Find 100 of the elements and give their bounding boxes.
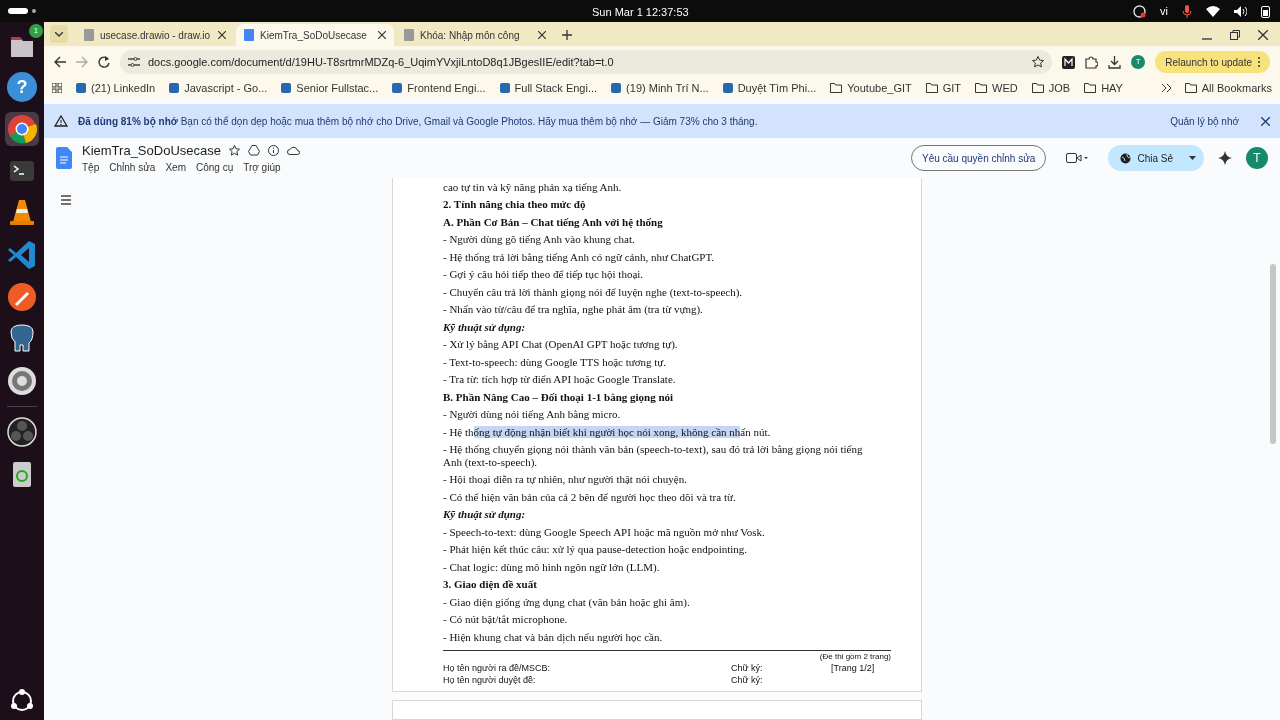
bookmark[interactable]: Duyệt Tìm Phi...: [722, 79, 817, 97]
apps-icon[interactable]: [52, 83, 62, 93]
heading: B. Phần Nâng Cao – Đối thoại 1-1 bằng giọng nói: [443, 389, 675, 405]
footer-label: Chữ ký:: [731, 673, 764, 686]
heading: 2. Tính năng chia theo mức độ: [443, 197, 587, 212]
site-icon: [281, 83, 292, 93]
extension-icon[interactable]: [1062, 55, 1076, 69]
docs-icon[interactable]: [56, 147, 72, 169]
heading: A. Phần Cơ Bản – Chat tiếng Anh với hệ thống: [443, 214, 664, 230]
microphone-icon[interactable]: [1182, 4, 1192, 18]
warning-icon: [54, 115, 68, 127]
heading: 3. Giao diện đề xuất: [443, 577, 538, 592]
page-icon: [404, 29, 414, 41]
folder-icon: [975, 83, 988, 93]
paragraph: - Nhấn vào từ/câu để tra nghĩa, nghe phát âm (tra từ vựng).: [443, 302, 704, 317]
storage-warning: Đã dùng 81% bộ nhớ Bạn có thể dọn dẹp hoặc mua thêm bộ nhớ cho Drive, Gmail và Google Photos. Hãy mua thêm bộ nhớ — Giảm 73% cho 3 tháng.: [78, 114, 759, 129]
close-icon[interactable]: [538, 31, 546, 39]
clock[interactable]: Sun Mar 1 12:37:53: [592, 4, 689, 21]
paragraph: - Chat logic: dùng mô hình ngôn ngữ lớn (LLM).: [443, 559, 661, 575]
document-title[interactable]: KiemTra_SoDoUsecase: [82, 140, 221, 161]
apps-grid-icon[interactable]: [9, 688, 35, 714]
site-icon: [722, 83, 733, 93]
cloud-icon[interactable]: [286, 146, 300, 155]
site-icon: [169, 83, 180, 93]
close-icon[interactable]: [1261, 116, 1270, 126]
outline-icon[interactable]: [58, 192, 74, 208]
back-icon[interactable]: [54, 56, 66, 68]
close-icon[interactable]: [218, 31, 226, 39]
browser-tab[interactable]: Khóa: Nhập môn công: [396, 24, 554, 46]
record-icon[interactable]: [1133, 4, 1147, 18]
paragraph: - Gợi ý câu hỏi tiếp theo để tiếp tục hội thoại.: [443, 267, 645, 282]
video-call-icon[interactable]: [1066, 153, 1089, 163]
language-indicator[interactable]: vi: [1160, 2, 1168, 20]
share-button[interactable]: Chia Sẻ: [1108, 145, 1204, 171]
bookmark[interactable]: Javascript - Go...: [169, 79, 268, 97]
paragraph: - Người dùng nói tiếng Anh bằng micro.: [443, 407, 622, 422]
bookmark[interactable]: (19) Minh Trí N...: [611, 79, 709, 97]
download-icon[interactable]: [1108, 55, 1122, 69]
site-icon: [499, 83, 510, 93]
sparkle-icon[interactable]: [1218, 151, 1232, 165]
caret-icon: [1189, 156, 1196, 160]
close-icon[interactable]: [378, 31, 386, 39]
forward-icon: [76, 56, 88, 68]
restore-icon[interactable]: [1230, 30, 1240, 40]
bookmark[interactable]: Senior Fullstac...: [281, 79, 379, 97]
folder-icon: [830, 83, 843, 93]
bookmark[interactable]: All Bookmarks: [1184, 79, 1272, 97]
bookmark[interactable]: Youtube_GIT: [830, 79, 912, 97]
manage-storage-link[interactable]: Quản lý bộ nhớ: [1170, 113, 1239, 129]
folder-icon: [1084, 83, 1097, 93]
bookmark[interactable]: Frontend Engi...: [392, 79, 486, 97]
site-icon: [392, 83, 403, 93]
bookmark[interactable]: Full Stack Engi...: [499, 79, 598, 97]
bookmark[interactable]: GIT: [925, 79, 962, 97]
profile-avatar[interactable]: T: [1246, 147, 1268, 169]
notification-badge: 1: [29, 24, 43, 38]
bookmark[interactable]: WED: [975, 79, 1018, 97]
star-icon[interactable]: [1032, 56, 1045, 68]
address-bar[interactable]: docs.google.com/document/d/19HU-T8srtmrMDZq-6_UqimYVxjiLntoD8q1JBgesIIE/edit?tab=t.0: [120, 50, 1053, 74]
page-icon: [244, 29, 254, 41]
folder-icon: [1031, 83, 1044, 93]
reload-icon[interactable]: [98, 56, 110, 68]
bookmark[interactable]: JOB: [1031, 79, 1071, 97]
paragraph: cao tự tin và kỹ năng phản xạ tiếng Anh.: [443, 179, 623, 195]
paragraph: - Text-to-speech: dùng Google TTS hoặc tương tự.: [443, 354, 668, 370]
profile-avatar[interactable]: T: [1131, 55, 1146, 69]
puzzle-icon[interactable]: [1085, 55, 1099, 69]
menu-item[interactable]: Công cụ: [195, 160, 234, 176]
paragraph: - Có thể hiện văn bản của cả 2 bên để người học theo dõi và tra từ.: [443, 489, 737, 505]
menu-item[interactable]: Xem: [165, 160, 186, 176]
site-info-icon[interactable]: [128, 57, 140, 67]
scrollbar-thumb[interactable]: [1270, 264, 1276, 444]
paragraph: - Hệ thống chuyển giọng nói thành văn bản (speech-to-text), sau đó trả lời bằng giọng nói tiếng Anh (text-to-speech).: [443, 442, 864, 470]
footer-note: (Đề thi gồm 2 trang): [818, 651, 891, 662]
paragraph: - Xử lý bằng API Chat (OpenAI GPT hoặc tương tự).: [443, 337, 679, 352]
paragraph: - Người dùng gõ tiếng Anh vào khung chat.: [443, 232, 636, 247]
info-icon[interactable]: [267, 145, 279, 156]
browser-icon[interactable]: [5, 112, 39, 146]
folder-icon: [925, 83, 938, 93]
paragraph: - Có nút bật/tắt microphone.: [443, 612, 569, 627]
relaunch-button[interactable]: Relaunch to update: [1155, 51, 1270, 73]
menu-item[interactable]: Chỉnh sửa: [109, 160, 156, 176]
volume-icon[interactable]: [1234, 5, 1247, 17]
tab-list-button[interactable]: [50, 25, 68, 43]
wifi-icon[interactable]: [1206, 5, 1220, 17]
paragraph: - Tra từ: tích hợp từ điển API hoặc Google Translate.: [443, 372, 677, 387]
page-number: [Trang 1/2]: [831, 661, 875, 674]
new-tab-icon[interactable]: [562, 30, 572, 40]
chevron-double-icon[interactable]: [1161, 84, 1171, 92]
close-icon[interactable]: [1258, 30, 1268, 40]
menu-item[interactable]: Tệp: [82, 160, 100, 176]
browser-tab[interactable]: usecase.drawio - draw.io: [76, 24, 234, 46]
menu-item[interactable]: Trợ giúp: [243, 160, 281, 176]
browser-tab[interactable]: KiemTra_SoDoUsecase: [236, 24, 394, 46]
bookmark[interactable]: (21) LinkedIn: [76, 79, 156, 97]
activities-icon[interactable]: [8, 7, 38, 15]
star-icon[interactable]: [228, 145, 240, 156]
paragraph: - Giao diện giống ứng dụng chat (văn bản hoặc ghi âm).: [443, 594, 691, 610]
battery-icon[interactable]: [1261, 4, 1270, 18]
bookmark[interactable]: HAY: [1084, 79, 1123, 97]
